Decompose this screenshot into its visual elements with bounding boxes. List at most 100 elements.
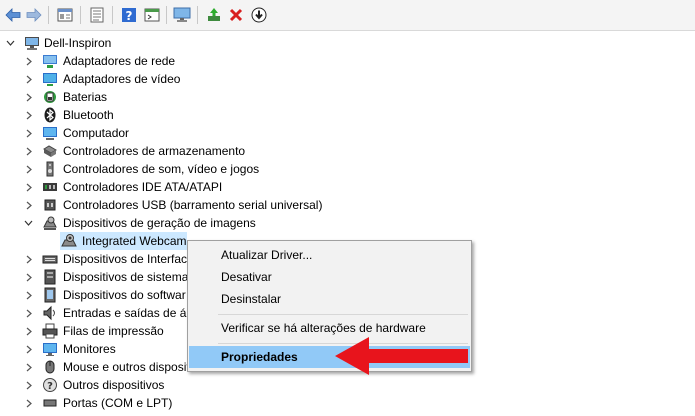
tree-item-label: Dispositivos de Interfac	[63, 252, 188, 266]
expand-chevron-icon[interactable]	[24, 358, 34, 376]
toolbar-separator	[166, 6, 167, 24]
usb-icon	[42, 197, 58, 213]
tree-item[interactable]: Controladores USB (barramento serial uni…	[0, 196, 400, 214]
tree-root-label: Dell-Inspiron	[44, 36, 112, 50]
bluetooth-icon	[42, 107, 58, 123]
tree-item-integrated-webcam[interactable]: Integrated Webcam	[0, 232, 190, 250]
expand-chevron-icon[interactable]	[24, 106, 34, 124]
tree-item[interactable]: Controladores de armazenamento	[0, 142, 400, 160]
toolbar: ?	[0, 0, 695, 31]
expand-chevron-icon[interactable]	[24, 286, 34, 304]
console-icon[interactable]	[142, 5, 162, 25]
tree-item[interactable]: Bluetooth	[0, 106, 400, 124]
tree-item-label: Entradas e saídas de áu	[63, 306, 194, 320]
tree-item[interactable]: Entradas e saídas de áu	[0, 304, 193, 322]
expand-chevron-icon[interactable]	[24, 340, 34, 358]
back-icon[interactable]	[3, 5, 23, 25]
tree-item-label: Integrated Webcam	[82, 234, 187, 248]
tree-item[interactable]: Portas (COM e LPT)	[0, 394, 186, 412]
expand-chevron-icon[interactable]	[24, 196, 34, 214]
svg-text:?: ?	[47, 381, 53, 392]
expand-chevron-icon[interactable]	[24, 178, 34, 196]
tree-item[interactable]: Dispositivos de sistema	[0, 268, 189, 286]
menu-item-label: Desinstalar	[221, 292, 282, 306]
network-adapter-icon	[42, 53, 58, 69]
forward-icon[interactable]	[24, 5, 44, 25]
tree-item[interactable]: Mouse e outros dispositi	[0, 358, 192, 376]
expand-chevron-icon[interactable]	[24, 70, 34, 88]
toolbar-separator	[112, 6, 113, 24]
sound-icon	[42, 161, 58, 177]
expand-chevron-icon[interactable]	[24, 124, 34, 142]
tree-item[interactable]: Adaptadores de vídeo	[0, 70, 400, 88]
tree-item[interactable]: Controladores de som, vídeo e jogos	[0, 160, 400, 178]
expand-chevron-icon[interactable]	[24, 304, 34, 322]
uninstall-icon[interactable]	[226, 5, 246, 25]
monitor-icon	[42, 341, 58, 357]
help-icon[interactable]: ?	[119, 5, 139, 25]
list-icon[interactable]	[87, 5, 107, 25]
menu-item-label: Propriedades	[221, 350, 298, 364]
tree-item-label: Computador	[63, 126, 130, 140]
expand-chevron-icon[interactable]	[24, 250, 34, 268]
tree-item-label: Controladores USB (barramento serial uni…	[63, 198, 323, 212]
menu-item-label: Desativar	[221, 270, 272, 284]
print-queue-icon	[42, 323, 58, 339]
update-driver-icon[interactable]	[204, 5, 224, 25]
menu-item-disable[interactable]: Desativar	[189, 266, 470, 288]
tree-item-label: Controladores de armazenamento	[63, 144, 246, 158]
computer-icon	[42, 125, 58, 141]
tree-item-label: Controladores IDE ATA/ATAPI	[63, 180, 223, 194]
download-icon[interactable]	[249, 5, 269, 25]
tree-item-label: Monitores	[63, 342, 116, 356]
display-adapter-icon	[42, 71, 58, 87]
audio-io-icon	[42, 305, 58, 321]
tree-item[interactable]: Controladores IDE ATA/ATAPI	[0, 178, 400, 196]
tree-item-label: Controladores de som, vídeo e jogos	[63, 162, 260, 176]
tree-item[interactable]: Monitores	[0, 340, 186, 358]
expand-chevron-icon[interactable]	[24, 52, 34, 70]
menu-separator	[218, 314, 468, 315]
tree-item-label: Filas de impressão	[63, 324, 164, 338]
tree-item-label: Adaptadores de vídeo	[63, 72, 181, 86]
expand-chevron-icon[interactable]	[24, 394, 34, 412]
expand-chevron-icon[interactable]	[24, 322, 34, 340]
expand-chevron-icon[interactable]	[24, 88, 34, 106]
other-devices-icon: ?	[42, 377, 58, 393]
properties-icon[interactable]	[55, 5, 75, 25]
expand-chevron-icon[interactable]	[24, 160, 34, 178]
tree-root[interactable]: Dell-Inspiron	[0, 34, 200, 52]
tree-item-label: Outros dispositivos	[63, 378, 165, 392]
tree-item[interactable]: Computador	[0, 124, 400, 142]
tree-item-label: Bluetooth	[63, 108, 114, 122]
expand-chevron-icon[interactable]	[24, 142, 34, 160]
collapse-chevron-icon[interactable]	[23, 214, 33, 232]
menu-item-update-driver[interactable]: Atualizar Driver...	[189, 244, 470, 266]
monitor-scan-icon[interactable]	[172, 5, 192, 25]
menu-item-label: Atualizar Driver...	[221, 248, 313, 262]
tree-item[interactable]: ? Outros dispositivos	[0, 376, 186, 394]
expand-chevron-icon[interactable]	[24, 376, 34, 394]
hid-icon	[42, 251, 58, 267]
expand-chevron-icon[interactable]	[24, 268, 34, 286]
collapse-chevron-icon[interactable]	[5, 34, 15, 52]
ports-icon	[42, 395, 58, 411]
tree-item-label: Portas (COM e LPT)	[63, 396, 173, 410]
tree-item[interactable]: Dispositivos do softwar	[0, 286, 186, 304]
tree-item-label: Dispositivos de sistema	[63, 270, 189, 284]
tree-item[interactable]: Adaptadores de rede	[0, 52, 400, 70]
tree-item[interactable]: Dispositivos de Interfac	[0, 250, 188, 268]
tree-item-label: Dispositivos do softwar	[63, 288, 186, 302]
tree-item[interactable]: Dispositivos de geração de imagens	[0, 214, 400, 232]
toolbar-separator	[197, 6, 198, 24]
tree-item-label: Baterias	[63, 90, 108, 104]
imaging-device-icon	[42, 215, 58, 231]
tree-item-label: Adaptadores de rede	[63, 54, 176, 68]
storage-controller-icon	[42, 143, 58, 159]
computer-root-icon	[24, 35, 40, 51]
red-arrow-annotation	[335, 337, 468, 375]
svg-text:?: ?	[126, 9, 133, 23]
tree-item[interactable]: Baterias	[0, 88, 400, 106]
menu-item-uninstall[interactable]: Desinstalar	[189, 288, 470, 310]
tree-item[interactable]: Filas de impressão	[0, 322, 186, 340]
